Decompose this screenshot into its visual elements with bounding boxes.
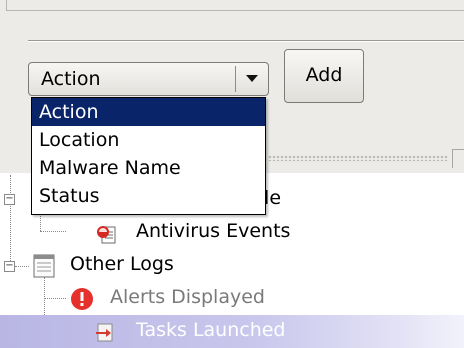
filter-field-combo[interactable]: Action [28, 62, 269, 96]
combo-selected-value: Action [41, 68, 101, 90]
filter-field-dropdown[interactable]: Action Location Malware Name Status [31, 97, 266, 215]
splitter-edge [452, 149, 464, 168]
dropdown-option[interactable]: Action [32, 98, 265, 126]
dropdown-option[interactable]: Location [32, 126, 265, 154]
tree-connector [15, 266, 29, 267]
chevron-down-icon[interactable] [236, 63, 268, 95]
collapse-icon[interactable]: − [4, 194, 15, 205]
tree-node-tasks-launched[interactable]: Tasks Launched [0, 315, 464, 348]
task-launch-icon [94, 321, 116, 348]
collapse-icon[interactable]: − [4, 261, 15, 272]
alert-icon [70, 287, 94, 316]
tree-node-label: Other Logs [70, 253, 174, 275]
tree-node-antivirus-events[interactable]: Antivirus Events [0, 217, 464, 250]
separator-line [28, 40, 464, 42]
tree-node-other-logs[interactable]: − Other Logs [0, 250, 464, 283]
log-file-icon [33, 254, 55, 283]
tree-node-alerts-displayed[interactable]: Alerts Displayed [0, 283, 464, 316]
tree-node-label: Antivirus Events [136, 220, 291, 242]
tree-node-label: Tasks Launched [136, 319, 286, 341]
dropdown-option[interactable]: Status [32, 182, 265, 210]
dropdown-option[interactable]: Malware Name [32, 154, 265, 182]
splitter-grip[interactable] [268, 155, 448, 161]
panel-frame [6, 0, 464, 11]
tree-node-label: Alerts Displayed [110, 286, 265, 308]
antivirus-events-icon [96, 223, 118, 250]
add-button[interactable]: Add [284, 49, 364, 103]
